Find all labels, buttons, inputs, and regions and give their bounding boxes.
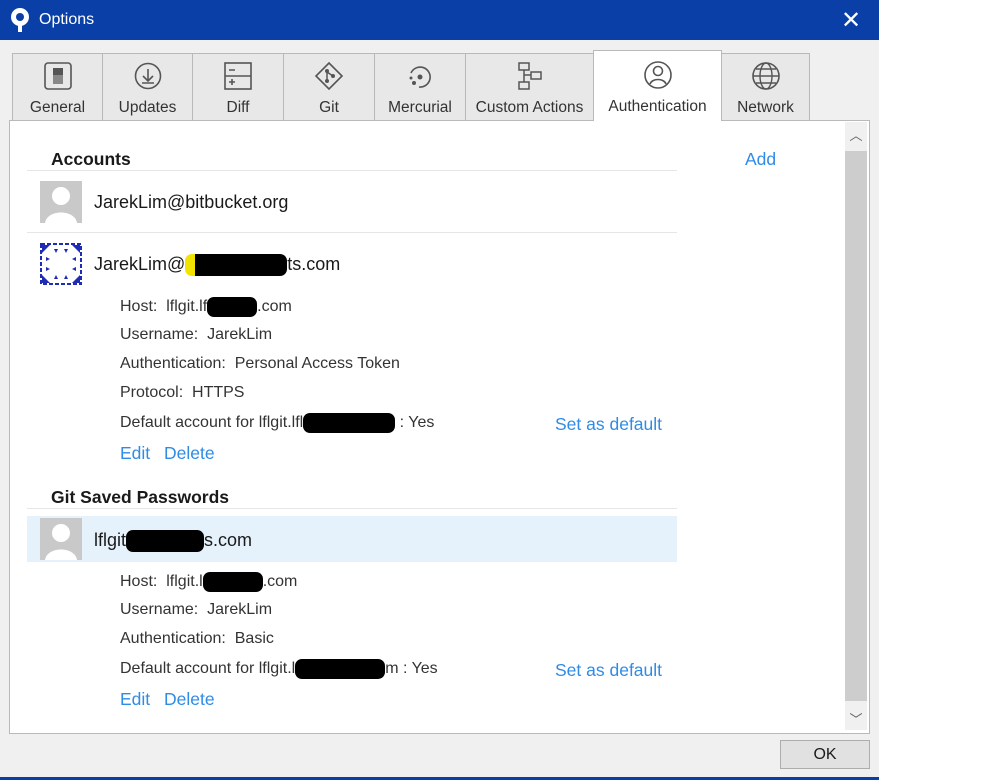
- tab-label: Git: [319, 99, 339, 116]
- diff-icon: [224, 62, 252, 90]
- edit-link[interactable]: Edit: [120, 689, 150, 710]
- scroll-up-icon[interactable]: ︿: [845, 122, 867, 146]
- delete-link[interactable]: Delete: [164, 443, 215, 464]
- tab-label: Updates: [118, 99, 177, 116]
- tab-authentication[interactable]: Authentication: [593, 50, 722, 121]
- authentication-row: Authentication: Personal Access Token: [120, 355, 400, 372]
- default-account-row: Default account for lflgit.l m : Yes: [120, 659, 438, 679]
- window-title: Options: [39, 11, 95, 28]
- divider: [27, 508, 677, 509]
- redaction: [185, 254, 288, 277]
- redaction: [207, 297, 258, 317]
- tab-custom-actions[interactable]: Custom Actions: [465, 53, 594, 120]
- add-account-link[interactable]: Add: [745, 149, 776, 170]
- scroll-down-icon[interactable]: ﹀: [845, 706, 867, 730]
- username-row: Username: JarekLim: [120, 326, 273, 343]
- redaction: [126, 530, 205, 553]
- custom-actions-icon: [517, 62, 542, 90]
- scroll-thumb[interactable]: [845, 151, 867, 701]
- divider: [27, 232, 677, 233]
- options-window: Options ✕ General Updates Diff Git Mercu…: [0, 0, 879, 780]
- redaction: [303, 413, 396, 433]
- saved-passwords-heading: Git Saved Passwords: [51, 487, 229, 507]
- close-button[interactable]: ✕: [823, 0, 879, 40]
- redaction: [295, 659, 386, 679]
- account-name: JarekLim@bitbucket.org: [94, 192, 289, 212]
- close-icon: ✕: [840, 6, 862, 34]
- tab-general[interactable]: General: [12, 53, 103, 120]
- delete-link[interactable]: Delete: [164, 689, 215, 710]
- protocol-row: Protocol: HTTPS: [120, 384, 245, 401]
- title-bar: Options ✕: [0, 0, 879, 40]
- tab-label: Network: [737, 99, 794, 116]
- tab-label: Mercurial: [388, 99, 452, 116]
- avatar: [40, 181, 82, 223]
- redaction: [202, 572, 263, 592]
- host-row: Host: lflgit.l .com: [120, 572, 298, 592]
- git-icon: [314, 61, 344, 91]
- tab-updates[interactable]: Updates: [102, 53, 193, 120]
- account-name-suffix: ts.com: [287, 254, 341, 274]
- tab-label: Diff: [226, 99, 250, 116]
- host-row: Host: lflgit.lf .com: [120, 297, 292, 317]
- tab-label: Authentication: [608, 98, 707, 115]
- tab-label: General: [29, 99, 86, 116]
- globe-icon: [751, 62, 780, 90]
- download-icon: [134, 62, 161, 90]
- set-as-default-link[interactable]: Set as default: [555, 414, 662, 435]
- user-icon: [643, 61, 672, 89]
- tab-git[interactable]: Git: [283, 53, 375, 120]
- mercurial-icon: [409, 66, 431, 88]
- edit-link[interactable]: Edit: [120, 443, 150, 464]
- tab-mercurial[interactable]: Mercurial: [374, 53, 466, 120]
- avatar: [40, 243, 82, 285]
- set-as-default-link[interactable]: Set as default: [555, 660, 662, 681]
- avatar: [40, 518, 82, 560]
- ok-button[interactable]: OK: [780, 740, 870, 769]
- tab-network[interactable]: Network: [721, 53, 810, 120]
- authentication-row: Authentication: Basic: [120, 630, 274, 647]
- sourcetree-logo-icon: [11, 8, 29, 32]
- default-account-row: Default account for lflgit.lfl : Yes: [120, 413, 435, 433]
- tab-diff[interactable]: Diff: [192, 53, 284, 120]
- general-icon: [43, 62, 72, 90]
- tab-label: Custom Actions: [475, 99, 584, 116]
- account-name: lflgit s.com: [94, 530, 252, 553]
- accounts-heading: Accounts: [51, 149, 131, 169]
- vertical-scrollbar[interactable]: ︿ ﹀: [845, 122, 867, 730]
- username-row: Username: JarekLim: [120, 601, 273, 618]
- account-name-prefix: JarekLim@: [94, 254, 186, 274]
- account-name: JarekLim@ ts.com: [94, 254, 341, 277]
- divider: [27, 170, 677, 171]
